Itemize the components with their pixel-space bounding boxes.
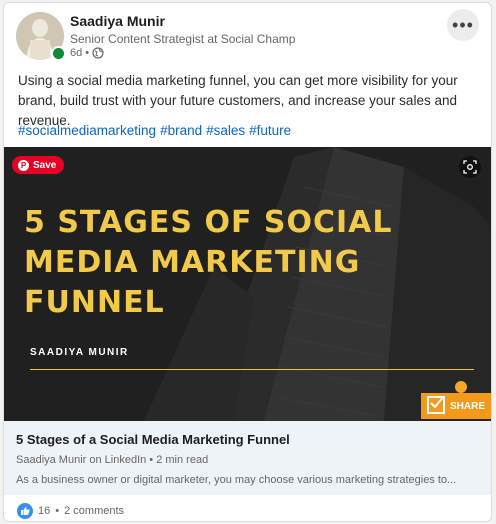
save-label: Save (33, 159, 57, 171)
globe-icon (92, 47, 104, 59)
lens-icon (463, 160, 477, 174)
hashtag-link[interactable]: #future (249, 123, 291, 138)
more-icon: ••• (452, 15, 474, 35)
cover-headline: 5 STAGES OF SOCIAL MEDIA MARKETING FUNNE… (24, 205, 393, 320)
feed-post-card: Saadiya Munir Senior Content Strategist … (3, 2, 492, 522)
article-cover-image[interactable]: P Save 5 STAGES OF SOCIAL MEDIA MARKETIN… (4, 147, 491, 421)
pinterest-save-button[interactable]: P Save (12, 156, 65, 174)
share-check-icon (427, 396, 445, 414)
post-meta: 6d • (70, 47, 104, 59)
article-link-card[interactable]: 5 Stages of a Social Media Marketing Fun… (4, 421, 491, 495)
meta-separator: • (85, 47, 90, 59)
more-options-button[interactable]: ••• (447, 9, 479, 41)
reaction-count[interactable]: 16 (38, 505, 50, 517)
online-status-dot (51, 46, 66, 61)
post-age: 6d (70, 47, 83, 59)
author-headline: Senior Content Strategist at Social Cham… (70, 32, 296, 46)
post-body-text: Using a social media marketing funnel, y… (18, 73, 458, 128)
article-title[interactable]: 5 Stages of a Social Media Marketing Fun… (16, 432, 290, 447)
comment-count[interactable]: 2 comments (64, 505, 124, 517)
social-counts[interactable]: 16 • 2 comments (17, 503, 124, 519)
share-label: SHARE (449, 400, 485, 412)
visual-search-button[interactable] (459, 156, 481, 178)
author-name[interactable]: Saadiya Munir (70, 13, 165, 29)
hashtag-link[interactable]: #brand (160, 123, 202, 138)
share-button[interactable]: SHARE (421, 393, 491, 419)
like-icon (17, 503, 33, 519)
share-accent-dot (455, 381, 467, 393)
hashtag-link[interactable]: #sales (206, 123, 245, 138)
hashtag-link[interactable]: #socialmediamarketing (18, 123, 156, 138)
post-header: Saadiya Munir Senior Content Strategist … (4, 3, 491, 65)
hashtag-list: #socialmediamarketing #brand #sales #future (18, 123, 295, 138)
cover-byline: SAADIYA MUNIR (30, 347, 129, 358)
article-source: Saadiya Munir on LinkedIn • 2 min read (16, 454, 209, 466)
count-separator: • (55, 505, 60, 517)
cover-divider (30, 369, 474, 370)
pinterest-icon: P (18, 159, 29, 171)
article-description: As a business owner or digital marketer,… (16, 474, 457, 486)
